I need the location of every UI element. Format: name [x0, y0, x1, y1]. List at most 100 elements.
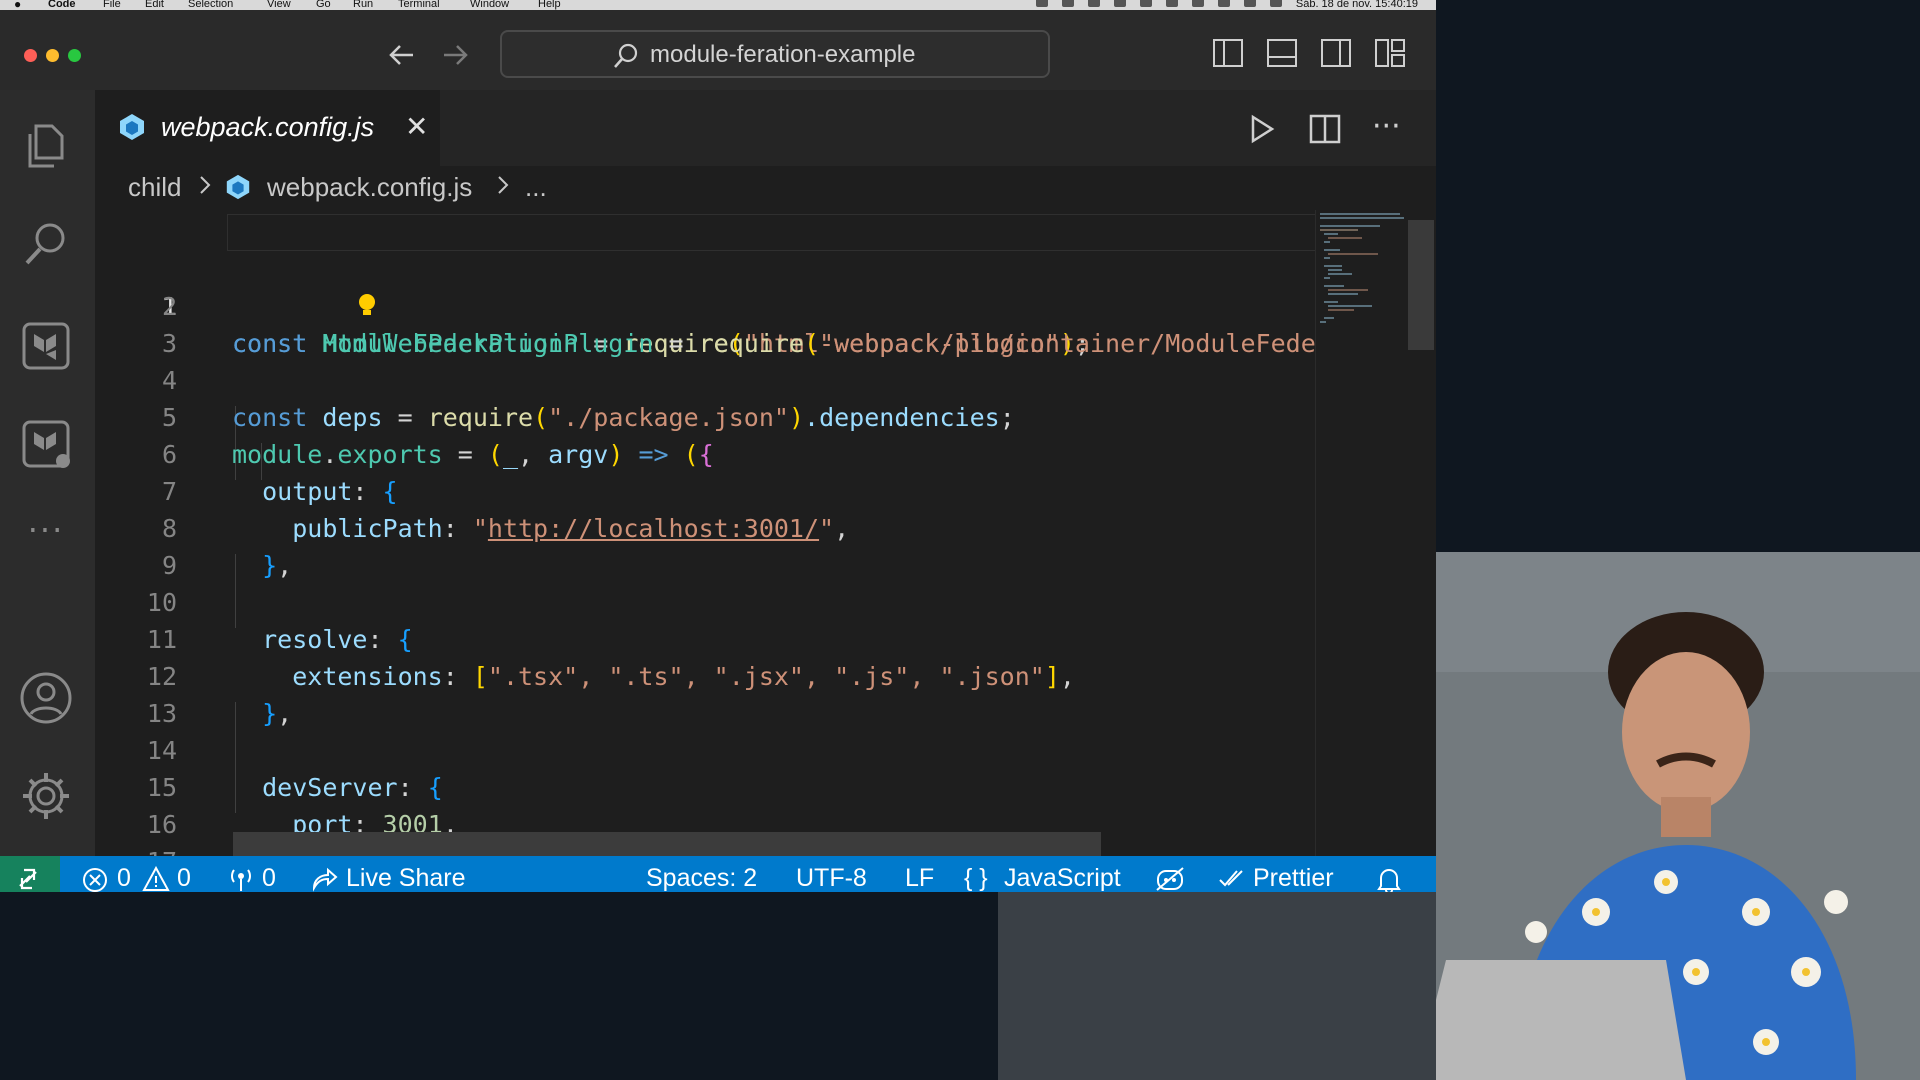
- menu-window[interactable]: Window: [470, 0, 509, 10]
- check-all-icon[interactable]: [1218, 866, 1246, 892]
- scrollbar-thumb[interactable]: [1408, 220, 1434, 350]
- background-panel: [998, 892, 1436, 1080]
- zoom-window-button[interactable]: [68, 49, 81, 62]
- terraform-icon[interactable]: [18, 318, 74, 374]
- search-icon[interactable]: [18, 216, 74, 272]
- editor-tab-bar: webpack.config.js ✕ ···: [95, 90, 1436, 166]
- breadcrumb-symbol[interactable]: ...: [525, 172, 547, 203]
- live-share-icon[interactable]: [310, 866, 338, 892]
- more-views-icon[interactable]: ···: [18, 510, 74, 566]
- bell-icon[interactable]: [1376, 866, 1402, 892]
- status-icon[interactable]: [1139, 0, 1152, 7]
- menu-selection[interactable]: Selection: [188, 0, 233, 10]
- eol-button[interactable]: LF: [905, 864, 934, 892]
- code-line: 15 port: 3001,: [95, 732, 1315, 839]
- code-line: 3: [95, 288, 1315, 358]
- search-icon: [612, 42, 640, 74]
- error-count[interactable]: 0: [117, 864, 131, 892]
- vscode-window: module-feration-example ··· webpack.conf…: [0, 10, 1436, 892]
- battery-icon[interactable]: [1165, 0, 1178, 7]
- breadcrumb-file[interactable]: webpack.config.js: [267, 172, 472, 203]
- code-line: 16 historyApiFallback: true,: [95, 769, 1315, 856]
- prettier-button[interactable]: Prettier: [1253, 864, 1334, 892]
- minimap[interactable]: [1315, 210, 1409, 856]
- back-arrow-icon[interactable]: [385, 38, 419, 72]
- wifi-icon[interactable]: [1217, 0, 1230, 7]
- code-line: 5 module.exports = (_, argv) => ({: [95, 362, 1315, 469]
- forward-arrow-icon[interactable]: [438, 38, 472, 72]
- command-center-label: module-feration-example: [650, 41, 916, 68]
- editor-actions: ···: [1244, 112, 1406, 146]
- line-number: 17: [95, 843, 177, 856]
- remote-icon: [19, 868, 37, 890]
- menu-file[interactable]: File: [103, 0, 121, 10]
- warning-icon[interactable]: [142, 865, 170, 892]
- close-icon[interactable]: ✕: [405, 110, 428, 143]
- menu-terminal[interactable]: Terminal: [398, 0, 440, 10]
- keyboard-layout-icon[interactable]: [1191, 0, 1204, 7]
- tab-webpack-config[interactable]: webpack.config.js ✕: [95, 90, 440, 166]
- indentation-button[interactable]: Spaces: 2: [646, 864, 757, 892]
- status-icon[interactable]: [1087, 0, 1100, 7]
- remote-indicator[interactable]: [0, 856, 60, 892]
- toggle-secondary-sidebar-icon[interactable]: [1320, 38, 1352, 68]
- code-editor[interactable]: 1 const HtmlWebPackPlugin = require("htm…: [95, 210, 1315, 856]
- breadcrumb-folder[interactable]: child: [128, 172, 181, 203]
- code-line: 11 extensions: [".tsx", ".ts", ".jsx", "…: [95, 584, 1315, 691]
- code-line: 10 resolve: {: [95, 547, 1315, 654]
- presenter-video: [1436, 552, 1920, 1080]
- customize-layout-icon[interactable]: [1374, 38, 1406, 68]
- activity-bar: ···: [0, 90, 95, 856]
- macos-menu-bar: ● Code File Edit Selection View Go Run T…: [0, 0, 1436, 10]
- horizontal-scrollbar[interactable]: [233, 832, 1101, 856]
- code-line: 8 },: [95, 473, 1315, 580]
- status-icon[interactable]: [1113, 0, 1126, 7]
- run-icon[interactable]: [1244, 112, 1278, 146]
- menu-go[interactable]: Go: [316, 0, 331, 10]
- chevron-right-icon: [493, 168, 513, 209]
- code-line: 9: [95, 510, 1315, 580]
- vertical-scrollbar[interactable]: [1408, 210, 1436, 856]
- control-center-icon[interactable]: [1269, 0, 1282, 7]
- menu-edit[interactable]: Edit: [145, 0, 164, 10]
- menu-view[interactable]: View: [267, 0, 291, 10]
- menu-help[interactable]: Help: [538, 0, 561, 10]
- menu-app-name[interactable]: Code: [48, 0, 76, 10]
- error-icon[interactable]: [82, 867, 108, 892]
- menu-clock[interactable]: Sáb. 18 de nov. 15:40:19: [1296, 0, 1418, 10]
- apple-icon[interactable]: ●: [14, 0, 21, 10]
- gear-icon[interactable]: [18, 768, 74, 824]
- terraform-cloud-icon[interactable]: [18, 416, 74, 472]
- webpack-file-icon: [117, 112, 147, 146]
- accounts-icon[interactable]: [18, 670, 74, 726]
- command-center-search[interactable]: module-feration-example: [500, 30, 1050, 78]
- warning-count[interactable]: 0: [177, 864, 191, 892]
- toggle-panel-icon[interactable]: [1266, 38, 1298, 68]
- toggle-primary-sidebar-icon[interactable]: [1212, 38, 1244, 68]
- minimize-window-button[interactable]: [46, 49, 59, 62]
- status-icon[interactable]: [1061, 0, 1074, 7]
- encoding-button[interactable]: UTF-8: [796, 864, 867, 892]
- code-line: 2 const ModuleFederationPlugin = require…: [95, 251, 1315, 358]
- code-line: 13: [95, 658, 1315, 728]
- broadcast-icon[interactable]: [227, 866, 255, 892]
- split-editor-icon[interactable]: [1308, 112, 1342, 146]
- spotlight-icon[interactable]: [1243, 0, 1256, 7]
- current-line-highlight: [227, 214, 1315, 251]
- webcam-video-overlay: [1436, 552, 1920, 1080]
- minimap-preview: [1320, 213, 1404, 323]
- more-actions-icon[interactable]: ···: [1372, 112, 1406, 146]
- explorer-icon[interactable]: [18, 118, 74, 174]
- layout-controls: [1212, 38, 1406, 68]
- status-icon[interactable]: [1035, 0, 1048, 7]
- ports-count[interactable]: 0: [262, 864, 276, 892]
- live-share-button[interactable]: Live Share: [346, 864, 466, 892]
- braces-icon[interactable]: { }: [964, 864, 988, 892]
- copilot-icon[interactable]: [1154, 865, 1186, 892]
- menu-run[interactable]: Run: [353, 0, 373, 10]
- tab-label: webpack.config.js: [161, 112, 375, 142]
- webpack-file-icon: [224, 173, 252, 208]
- breadcrumb: child webpack.config.js ...: [95, 166, 1436, 210]
- close-window-button[interactable]: [24, 49, 37, 62]
- language-mode-button[interactable]: JavaScript: [1004, 864, 1121, 892]
